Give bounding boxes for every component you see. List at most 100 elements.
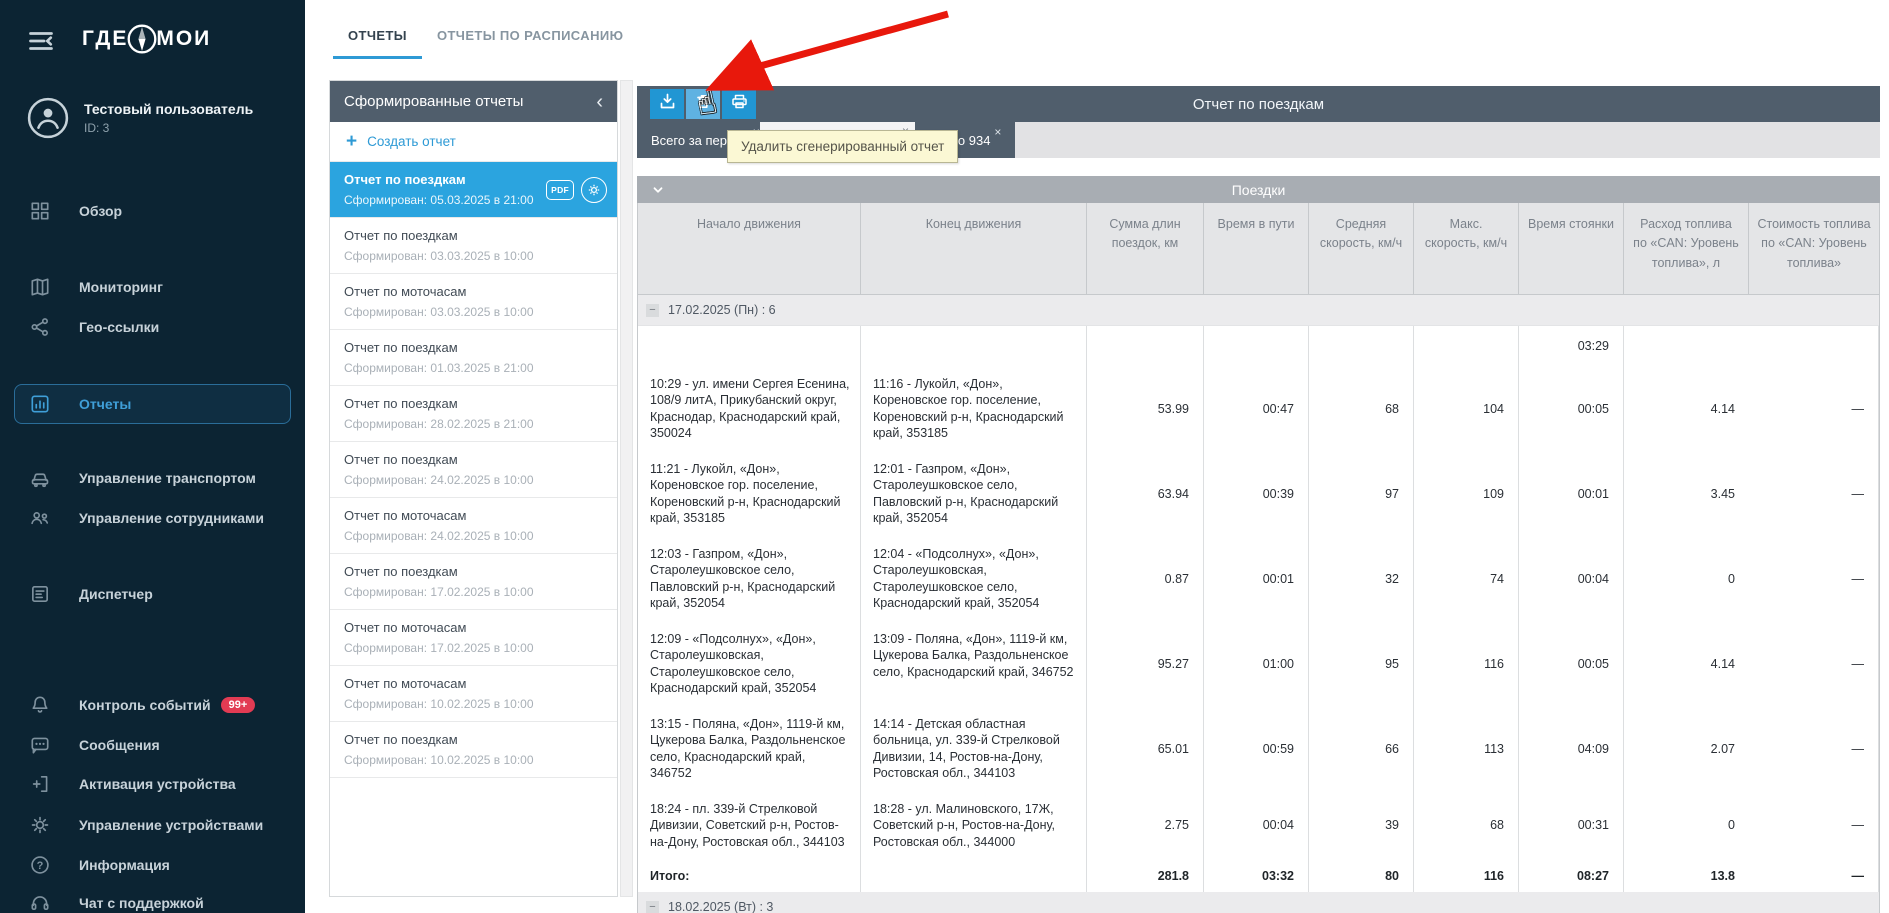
sidebar-item-geolinks[interactable]: Гео-ссылки [14,307,291,347]
date-group-row[interactable]: −18.02.2025 (Вт) : 3 [638,892,1879,913]
total-dur-cell: 03:32 [1204,860,1309,892]
total-dist-cell: 281.8 [1087,860,1204,892]
trip-dist-cell: 0.87 [1087,536,1204,621]
report-item-date: Сформирован: 28.02.2025 в 21:00 [344,417,603,431]
report-item-date: Сформирован: 03.03.2025 в 10:00 [344,249,603,263]
report-list-item[interactable]: Отчет по моточасамСформирован: 24.02.202… [330,498,617,554]
trip-dur-cell: 00:59 [1204,706,1309,791]
panel-scrollbar[interactable] [620,80,633,897]
trip-dur-cell: 01:00 [1204,621,1309,706]
collapse-group-icon[interactable]: − [646,901,659,913]
sidebar-item-devices[interactable]: Управление устройствами [14,805,291,845]
trip-avg-cell: 68 [1309,366,1414,451]
trips-table-wrap: Начало движенияКонец движенияСумма длин … [637,203,1880,913]
sidebar-item-label: Диспетчер [79,586,153,602]
report-list-item[interactable]: Отчет по моточасамСформирован: 03.03.202… [330,274,617,330]
report-title: Отчет по поездкам [637,86,1880,122]
report-list-item[interactable]: Отчет по поездкамСформирован: 28.02.2025… [330,386,617,442]
date-group-row[interactable]: −17.02.2025 (Пн) : 6 [638,295,1879,326]
trips-section-title: Поездки [637,182,1880,198]
column-header: Средняя скорость, км/ч [1309,203,1414,295]
column-header: Время в пути [1204,203,1309,295]
trip-cost-cell: — [1749,791,1879,860]
report-item-title: Отчет по поездкам [344,564,603,579]
report-list-item[interactable]: Отчет по поездкамСформирован: 10.02.2025… [330,722,617,778]
trip-start-cell: 18:24 - пл. 339-й Стрелковой Дивизии, Со… [638,791,861,860]
trip-idle-cell: 00:04 [1519,536,1624,621]
sidebar-item-activation[interactable]: Активация устройства [14,764,291,804]
trip-dist-cell: 2.75 [1087,791,1204,860]
dashboard-icon [29,200,51,222]
headset-icon [29,892,51,913]
gear-icon [29,814,51,836]
sidebar-item-events[interactable]: Контроль событий99+ [14,685,291,725]
sidebar-item-messages[interactable]: Сообщения [14,725,291,765]
sidebar-item-label: Управление устройствами [79,817,263,833]
people-icon [29,507,51,529]
trip-max-cell: 109 [1414,451,1519,536]
sidebar-item-label: Чат с поддержкой [79,895,204,911]
trip-cost-cell [1749,326,1879,366]
report-list-item[interactable]: Отчет по поездкамСформирован: 17.02.2025… [330,554,617,610]
trip-end-cell: 12:04 - «Подсолнух», «Дон», Старолеушков… [861,536,1087,621]
total-cost-cell: — [1749,860,1879,892]
report-item-date: Сформирован: 03.03.2025 в 10:00 [344,305,603,319]
create-report-button[interactable]: + Создать отчет [330,122,617,162]
sidebar-item-vehicles[interactable]: Управление транспортом [14,458,291,498]
sidebar-item-monitoring[interactable]: Мониторинг [14,267,291,307]
sidebar-item-label: Информация [79,857,170,873]
trip-cost-cell: — [1749,536,1879,621]
collapse-panel-icon[interactable]: ‹ [596,92,603,112]
share-icon [29,316,51,338]
report-list-item[interactable]: Отчет по поездкамСформирован: 01.03.2025… [330,330,617,386]
tab-scheduled-reports[interactable]: ОТЧЕТЫ ПО РАСПИСАНИЮ [422,28,638,59]
sidebar-item-employees[interactable]: Управление сотрудниками [14,498,291,538]
collapse-group-icon[interactable]: − [646,304,659,317]
dispatcher-icon [29,583,51,605]
sidebar-item-reports[interactable]: Отчеты [14,384,291,424]
tab-reports[interactable]: ОТЧЕТЫ [333,28,422,59]
trip-dur-cell: 00:39 [1204,451,1309,536]
report-list-item[interactable]: Отчет по моточасамСформирован: 10.02.202… [330,666,617,722]
report-settings-icon[interactable] [581,177,607,203]
trip-start-cell [638,326,861,366]
logo-text-left: ГДЕ [82,27,128,51]
sidebar-item-dispatcher[interactable]: Диспетчер [14,574,291,614]
download-report-button[interactable] [650,89,684,119]
menu-collapse-icon[interactable] [26,26,56,52]
tab-vehicle-934[interactable]: lo 934 × [955,122,1001,158]
sidebar-top: ГДЕ МОИ [0,16,305,62]
user-info: Тестовый пользователь ID: 3 [84,101,253,136]
trip-dist-cell [1087,326,1204,366]
report-list-item[interactable]: Отчет по поездкамСформирован: 03.03.2025… [330,218,617,274]
trip-dist-cell: 95.27 [1087,621,1204,706]
close-icon[interactable]: × [994,125,1001,139]
report-list-item[interactable]: Отчет по поездкамСформирован: 24.02.2025… [330,442,617,498]
trip-cost-cell: — [1749,451,1879,536]
pdf-format-icon[interactable]: PDF [546,180,574,200]
report-list-item[interactable]: Отчет по моточасамСформирован: 17.02.202… [330,610,617,666]
trip-fuel-cell: 0 [1624,536,1749,621]
user-profile[interactable]: Тестовый пользователь ID: 3 [26,96,297,140]
report-item-title: Отчет по поездкам [344,732,603,747]
trip-dist-cell: 65.01 [1087,706,1204,791]
sidebar-item-support[interactable]: Чат с поддержкой [14,883,291,913]
trip-avg-cell: 39 [1309,791,1414,860]
report-item-date: Сформирован: 01.03.2025 в 21:00 [344,361,603,375]
bell-icon [29,694,51,716]
column-header: Время стоянки [1519,203,1624,295]
generated-reports-panel: Сформированные отчеты ‹ + Создать отчет … [329,80,618,897]
sidebar-item-label: Управление сотрудниками [79,510,264,526]
trip-dur-cell: 00:01 [1204,536,1309,621]
column-header: Сумма длин поездок, км [1087,203,1204,295]
column-header: Начало движения [638,203,861,295]
create-report-label: Создать отчет [367,134,456,149]
print-report-button[interactable] [722,89,756,119]
report-list-item[interactable]: Отчет по поездкамСформирован: 05.03.2025… [330,162,617,218]
trip-avg-cell: 66 [1309,706,1414,791]
sidebar-item-info[interactable]: ?Информация [14,845,291,885]
sidebar-item-overview[interactable]: Обзор [14,191,291,231]
trip-start-cell: 12:09 - «Подсолнух», «Дон», Старолеушков… [638,621,861,706]
reports-tabs: ОТЧЕТЫ ОТЧЕТЫ ПО РАСПИСАНИЮ [333,28,638,59]
generated-reports-title: Сформированные отчеты [344,93,523,110]
